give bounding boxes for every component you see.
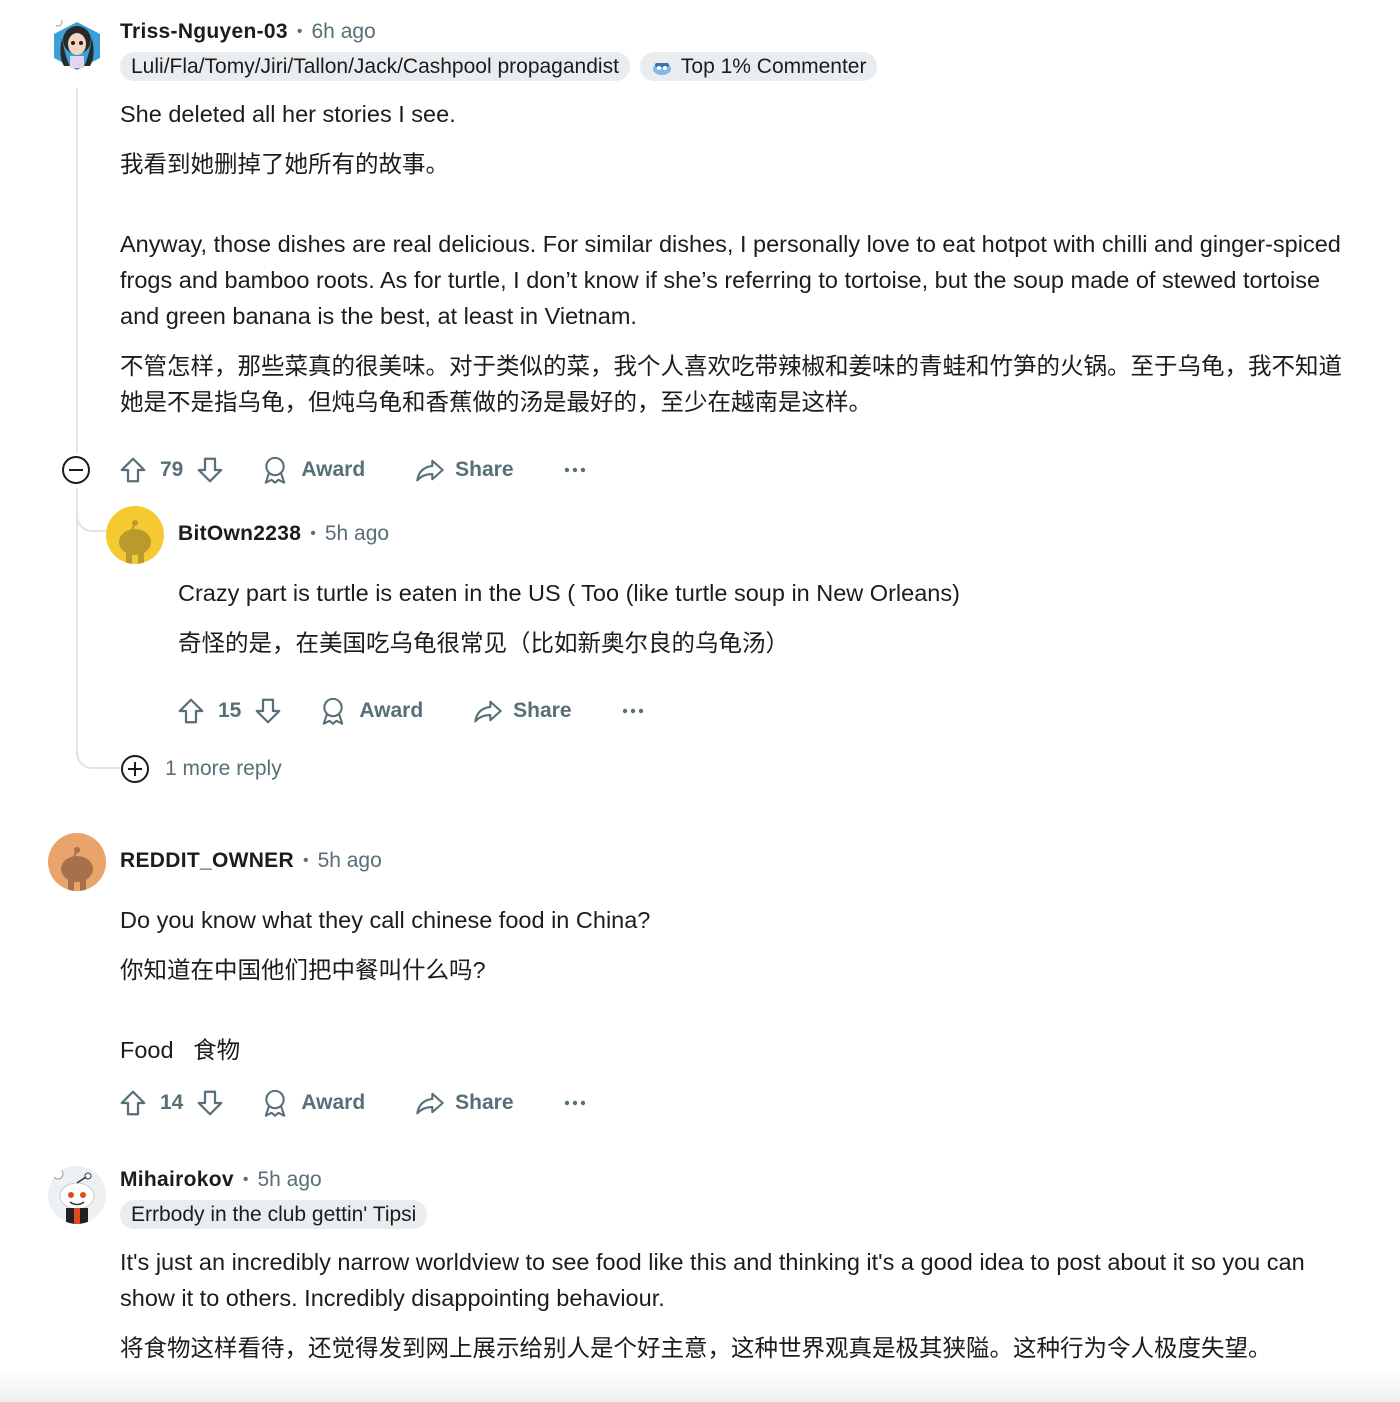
expand-icon[interactable]: [121, 755, 149, 783]
comment-paragraph: 奇怪的是，在美国吃乌龟很常见（比如新奥尔良的乌龟汤）: [178, 630, 789, 656]
share-icon: [416, 1092, 444, 1115]
more-options-button[interactable]: [564, 1100, 586, 1106]
username[interactable]: REDDIT_OWNER: [120, 849, 294, 873]
avatar[interactable]: [48, 833, 106, 891]
comment-paragraph: It's just an incredibly narrow worldview…: [120, 1249, 1305, 1311]
comment-paragraph: She deleted all her stories I see.: [120, 101, 456, 127]
username[interactable]: BitOwn2238: [178, 522, 301, 546]
downvote-button[interactable]: [253, 696, 283, 726]
share-icon: [416, 459, 444, 482]
share-icon: [474, 700, 502, 723]
avatar[interactable]: [48, 16, 106, 74]
more-replies-label[interactable]: 1 more reply: [165, 757, 282, 781]
separator-dot: •: [242, 1171, 249, 1188]
bottom-fade: [0, 1370, 1400, 1402]
avatar[interactable]: [106, 506, 164, 564]
snoo-avatar-icon: [52, 1168, 95, 1224]
vote-count: 14: [160, 1091, 184, 1114]
downvote-icon: [255, 698, 281, 724]
award-label: Award: [301, 1091, 366, 1114]
timestamp[interactable]: 6h ago: [312, 20, 376, 44]
avatar[interactable]: [48, 1166, 106, 1224]
share-label: Share: [455, 458, 514, 481]
downvote-button[interactable]: [195, 455, 225, 485]
award-icon: [323, 697, 344, 725]
comment-paragraph: 我看到她删掉了她所有的故事。: [120, 151, 449, 177]
comment-paragraph: 你知道在中国他们把中餐叫什么吗?: [120, 957, 486, 983]
achievement-flair: Top 1% Commenter: [639, 52, 878, 81]
share-button[interactable]: Share: [415, 1089, 514, 1117]
comment-paragraph: 将食物这样看待，还觉得发到网上展示给别人是个好主意，这种世界观真是极其狭隘。这种…: [120, 1335, 1272, 1361]
more-replies-link[interactable]: 1 more reply: [121, 755, 282, 783]
user-flair: Errbody in the club gettin' Tipsi: [120, 1200, 428, 1229]
anime-avatar-icon: [53, 17, 100, 70]
share-label: Share: [455, 1091, 514, 1114]
upvote-icon: [178, 698, 204, 724]
collapse-thread-button[interactable]: [62, 456, 90, 484]
comment-actions: 14 Award Share: [118, 1083, 586, 1123]
flair-text: Errbody in the club gettin' Tipsi: [131, 1203, 417, 1226]
award-button[interactable]: Award: [261, 455, 365, 485]
username[interactable]: Mihairokov: [120, 1168, 234, 1192]
award-label: Award: [301, 458, 366, 481]
award-label: Award: [359, 699, 424, 722]
upvote-icon: [120, 1090, 146, 1116]
award-icon: [265, 456, 286, 484]
user-flair: Luli/Fla/Tomy/Jiri/Tallon/Jack/Cashpool …: [120, 52, 630, 81]
separator-dot: •: [296, 23, 303, 40]
award-button[interactable]: Award: [261, 1088, 365, 1118]
more-icon: [564, 467, 585, 473]
upvote-button[interactable]: [118, 1088, 148, 1118]
comment-actions: 79 Award Share: [118, 450, 586, 490]
downvote-button[interactable]: [195, 1088, 225, 1118]
upvote-button[interactable]: [118, 455, 148, 485]
top-commenter-icon: [652, 62, 671, 75]
comment-body: She deleted all her stories I see. 我看到她删…: [120, 96, 1350, 420]
timestamp[interactable]: 5h ago: [325, 522, 389, 546]
thread-line: [76, 488, 78, 753]
timestamp[interactable]: 5h ago: [257, 1168, 321, 1192]
comment-actions: 15 Award Share: [176, 691, 644, 731]
snoo-avatar-icon: [119, 520, 151, 564]
flair-text: Luli/Fla/Tomy/Jiri/Tallon/Jack/Cashpool …: [131, 55, 619, 78]
thread-branch: [76, 488, 110, 532]
collapse-icon: [69, 469, 83, 471]
more-icon: [622, 708, 643, 714]
comment-body: It's just an incredibly narrow worldview…: [120, 1244, 1330, 1366]
snoo-avatar-icon: [61, 847, 93, 891]
downvote-icon: [197, 457, 223, 483]
thread-line: [76, 88, 78, 453]
comment-paragraph: Do you know what they call chinese food …: [120, 907, 651, 933]
comment-paragraph: Food 食物: [120, 1037, 241, 1063]
more-icon: [564, 1100, 585, 1106]
upvote-icon: [120, 457, 146, 483]
timestamp[interactable]: 5h ago: [318, 849, 382, 873]
comment-paragraph: Crazy part is turtle is eaten in the US …: [178, 580, 960, 606]
username[interactable]: Triss-Nguyen-03: [120, 20, 288, 44]
comment-body: Do you know what they call chinese food …: [120, 902, 1350, 1068]
upvote-button[interactable]: [176, 696, 206, 726]
comment-paragraph: 不管怎样，那些菜真的很美味。对于类似的菜，我个人喜欢吃带辣椒和姜味的青蛙和竹笋的…: [120, 353, 1342, 415]
award-button[interactable]: Award: [319, 696, 423, 726]
vote-count: 79: [160, 458, 184, 481]
more-options-button[interactable]: [564, 467, 586, 473]
separator-dot: •: [302, 852, 309, 869]
comment-paragraph: Anyway, those dishes are real delicious.…: [120, 231, 1341, 329]
comment-body: Crazy part is turtle is eaten in the US …: [178, 575, 1358, 661]
more-options-button[interactable]: [622, 708, 644, 714]
share-label: Share: [513, 699, 572, 722]
separator-dot: •: [310, 525, 316, 542]
share-button[interactable]: Share: [415, 456, 514, 484]
thread-branch: [76, 735, 120, 769]
downvote-icon: [197, 1090, 223, 1116]
share-button[interactable]: Share: [473, 697, 572, 725]
flair-text: Top 1% Commenter: [680, 55, 867, 78]
vote-count: 15: [218, 699, 242, 722]
award-icon: [265, 1089, 286, 1117]
